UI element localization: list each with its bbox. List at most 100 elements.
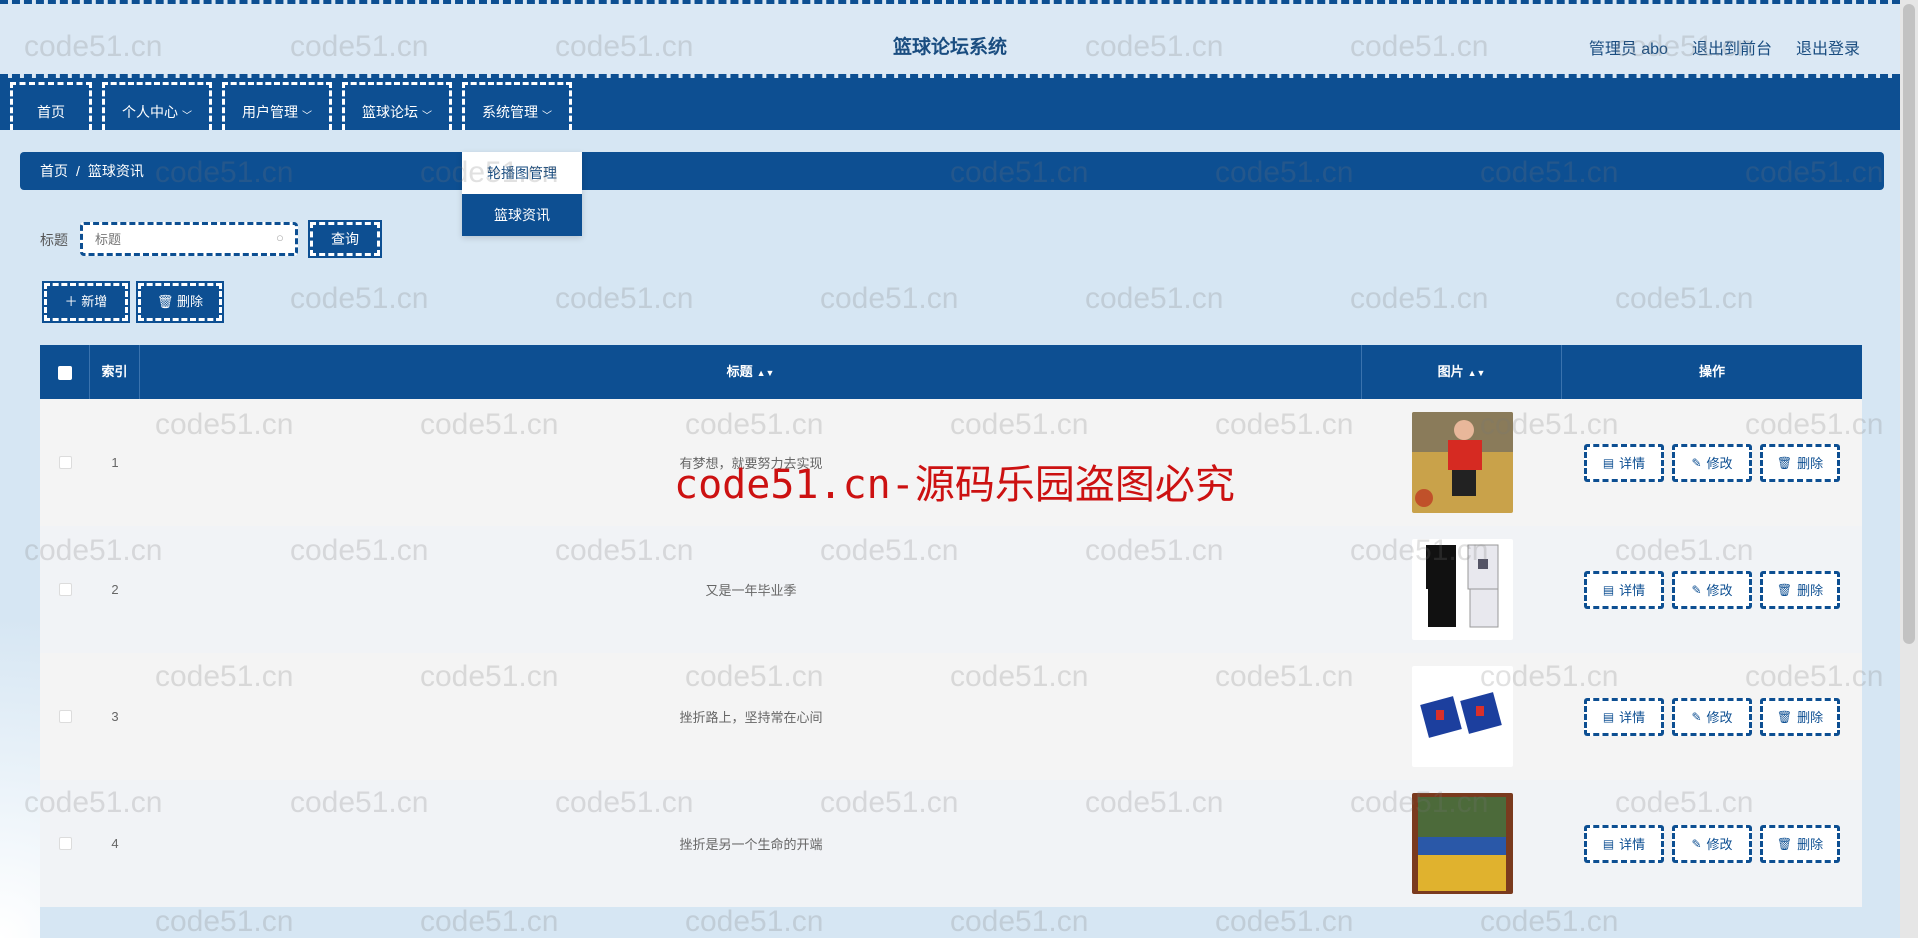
detail-button-label: 详情 <box>1619 583 1646 598</box>
row-title: 又是一年毕业季 <box>705 583 797 598</box>
header-image[interactable]: 图片 ▲▼ <box>1362 345 1562 399</box>
detail-button[interactable]: ▤ 详情 <box>1584 570 1664 609</box>
system-management-dropdown: 轮播图管理 篮球资讯 <box>462 152 582 236</box>
news-thumbnail-image <box>1411 666 1513 767</box>
watermark: code51.cn <box>1480 905 1619 938</box>
detail-button[interactable]: ▤ 详情 <box>1584 697 1664 736</box>
watermark: code51.cn <box>155 905 294 938</box>
watermark: code51.cn <box>290 282 429 315</box>
delete-button[interactable]: 🗑 删除 <box>1760 570 1840 609</box>
document-icon: ▤ <box>1602 709 1615 724</box>
nav-home-label: 首页 <box>37 104 65 120</box>
trash-icon: 🗑 <box>1776 836 1793 851</box>
logout-link[interactable]: 退出登录 <box>1796 35 1860 59</box>
nav-system-label: 系统管理 <box>482 104 538 120</box>
document-icon: ▤ <box>1602 582 1615 597</box>
detail-button-label: 详情 <box>1619 456 1646 471</box>
delete-button-label: 删除 <box>1797 837 1824 852</box>
nav-system-management[interactable]: 系统管理 ﹀ <box>462 82 572 130</box>
watermark: code51.cn <box>685 905 824 938</box>
edit-button[interactable]: ✎ 修改 <box>1672 443 1752 482</box>
edit-button[interactable]: ✎ 修改 <box>1672 824 1752 863</box>
row-checkbox[interactable] <box>58 456 72 469</box>
chevron-down-icon: ﹀ <box>422 111 432 122</box>
delete-button[interactable]: 🗑 删除 <box>1760 824 1840 863</box>
batch-delete-button[interactable]: 🗑 删除 <box>136 281 224 323</box>
search-title-input[interactable] <box>80 222 298 256</box>
header-title-label: 标题 <box>726 364 753 379</box>
edit-button-label: 修改 <box>1706 583 1733 598</box>
top-links: 管理员 abo 退出到前台 退出登录 <box>1589 35 1860 59</box>
watermark: code51.cn <box>1350 282 1489 315</box>
news-table: 索引 标题 ▲▼ 图片 ▲▼ 操作 1 有梦想，就要努力去实现 ▤ 详情 ✎ 修… <box>40 345 1862 907</box>
header-index: 索引 <box>90 345 140 399</box>
watermark: code51.cn <box>820 282 959 315</box>
breadcrumb-separator: / <box>76 163 80 179</box>
background-decoration <box>0 620 40 938</box>
table-header: 索引 标题 ▲▼ 图片 ▲▼ 操作 <box>40 345 1862 399</box>
row-index: 3 <box>111 709 119 724</box>
detail-button[interactable]: ▤ 详情 <box>1584 443 1664 482</box>
delete-button[interactable]: 🗑 删除 <box>1760 697 1840 736</box>
trash-icon: 🗑 <box>1776 582 1793 597</box>
scrollbar-thumb[interactable] <box>1903 4 1915 644</box>
select-all-checkbox[interactable] <box>40 345 90 399</box>
add-button-label: 新增 <box>81 294 108 309</box>
row-title: 挫折路上，坚持常在心间 <box>679 710 823 725</box>
add-button[interactable]: ＋ 新增 <box>42 281 130 323</box>
chevron-down-icon: ﹀ <box>542 111 552 122</box>
query-button[interactable]: 查询 <box>308 220 382 258</box>
watermark: code51.cn <box>1085 282 1224 315</box>
sort-icon: ▲▼ <box>1467 368 1486 378</box>
document-icon: ▤ <box>1602 455 1615 470</box>
edit-button[interactable]: ✎ 修改 <box>1672 570 1752 609</box>
document-icon: ▤ <box>1602 836 1615 851</box>
breadcrumb-current: 篮球资讯 <box>87 163 144 179</box>
trash-icon: 🗑 <box>156 294 178 309</box>
edit-button-label: 修改 <box>1706 837 1733 852</box>
row-checkbox[interactable] <box>58 583 72 596</box>
row-title: 挫折是另一个生命的开端 <box>679 837 823 852</box>
nav-personal-center[interactable]: 个人中心 ﹀ <box>102 82 212 130</box>
table-row: 4 挫折是另一个生命的开端 ▤ 详情 ✎ 修改 🗑 删除 <box>40 780 1862 907</box>
watermark: code51.cn <box>420 905 559 938</box>
header-image-label: 图片 <box>1437 364 1464 379</box>
detail-button-label: 详情 <box>1619 837 1646 852</box>
edit-button[interactable]: ✎ 修改 <box>1672 697 1752 736</box>
pencil-icon: ✎ <box>1691 836 1702 851</box>
nav-basketball-forum[interactable]: 篮球论坛 ﹀ <box>342 82 452 130</box>
row-checkbox[interactable] <box>58 710 72 723</box>
dropdown-item-carousel[interactable]: 轮播图管理 <box>462 152 582 194</box>
pencil-icon: ✎ <box>1691 582 1702 597</box>
pencil-icon: ✎ <box>1691 709 1702 724</box>
chevron-down-icon: ﹀ <box>182 111 192 122</box>
news-thumbnail-image <box>1411 539 1513 640</box>
row-index: 1 <box>111 455 119 470</box>
breadcrumb: 首页 / 篮球资讯 <box>20 152 1884 190</box>
exit-to-frontend-link[interactable]: 退出到前台 <box>1692 35 1772 59</box>
header-title[interactable]: 标题 ▲▼ <box>140 345 1362 399</box>
sort-icon: ▲▼ <box>756 368 775 378</box>
search-title-label: 标题 <box>40 232 68 248</box>
nav-user-management[interactable]: 用户管理 ﹀ <box>222 82 332 130</box>
nav-users-label: 用户管理 <box>242 104 298 120</box>
delete-button[interactable]: 🗑 删除 <box>1760 443 1840 482</box>
breadcrumb-home[interactable]: 首页 <box>40 163 68 179</box>
watermark: code51.cn <box>950 905 1089 938</box>
admin-user-label: 管理员 abo <box>1588 41 1668 58</box>
delete-button-label: 删除 <box>177 294 204 309</box>
nav-personal-label: 个人中心 <box>122 104 178 120</box>
row-checkbox[interactable] <box>58 837 72 850</box>
checkbox-icon <box>57 365 72 380</box>
page-scrollbar[interactable] <box>1900 0 1918 938</box>
nav-forum-label: 篮球论坛 <box>362 104 418 120</box>
detail-button[interactable]: ▤ 详情 <box>1584 824 1664 863</box>
dropdown-item-basketball-news[interactable]: 篮球资讯 <box>462 194 582 236</box>
row-index: 4 <box>111 836 119 851</box>
nav-home[interactable]: 首页 <box>10 82 92 130</box>
watermark: code51.cn <box>1615 282 1754 315</box>
edit-button-label: 修改 <box>1706 456 1733 471</box>
pencil-icon: ✎ <box>1691 455 1702 470</box>
chevron-down-icon: ﹀ <box>302 111 312 122</box>
watermark: code51.cn <box>555 282 694 315</box>
